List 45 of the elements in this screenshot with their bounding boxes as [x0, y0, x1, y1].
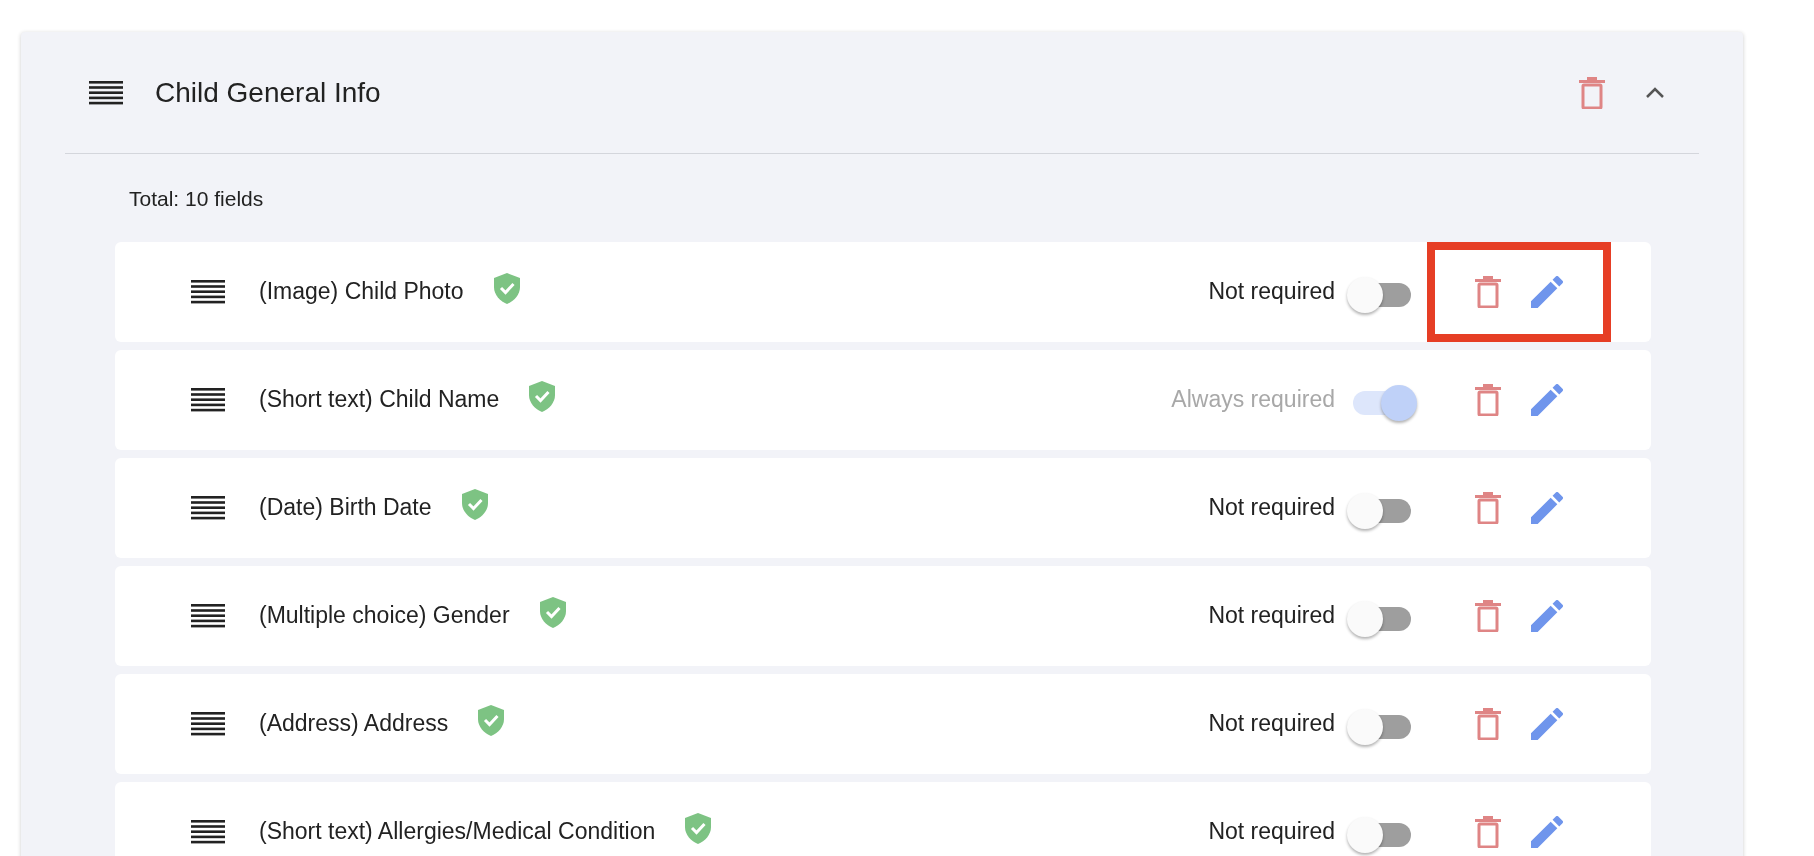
trash-icon	[1475, 599, 1501, 632]
edit-field-button[interactable]	[1531, 815, 1563, 848]
drag-handle-icon[interactable]	[191, 711, 225, 736]
edit-field-button[interactable]	[1531, 275, 1563, 308]
edit-field-button[interactable]	[1531, 491, 1563, 524]
drag-handle-icon[interactable]	[191, 603, 225, 628]
edit-field-button[interactable]	[1531, 707, 1563, 740]
pencil-icon	[1531, 815, 1563, 848]
field-label: (Address) Address	[259, 709, 449, 739]
field-label: (Multiple choice) Gender	[259, 601, 510, 631]
trash-icon	[1475, 383, 1501, 416]
pencil-icon	[1531, 707, 1563, 740]
delete-field-button[interactable]	[1475, 707, 1501, 740]
drag-handle-icon[interactable]	[191, 387, 225, 412]
pencil-icon	[1531, 275, 1563, 308]
delete-field-button[interactable]	[1475, 491, 1501, 524]
required-label: Always required	[1171, 385, 1335, 415]
required-label: Not required	[1208, 277, 1335, 307]
trash-icon	[1475, 275, 1501, 308]
delete-field-button[interactable]	[1475, 275, 1501, 308]
field-label: (Short text) Allergies/Medical Condition	[259, 817, 656, 847]
delete-field-button[interactable]	[1475, 815, 1501, 848]
field-count: Total: 10 fields	[129, 186, 264, 212]
field-label: (Date) Birth Date	[259, 493, 432, 523]
drag-handle-icon[interactable]	[191, 279, 225, 304]
required-label: Not required	[1208, 601, 1335, 631]
trash-icon	[1475, 491, 1501, 524]
section-title: Child General Info	[155, 75, 381, 110]
trash-icon	[1579, 76, 1605, 109]
field-label: (Image) Child Photo	[259, 277, 464, 307]
drag-handle-icon[interactable]	[89, 79, 123, 106]
trash-icon	[1475, 707, 1501, 740]
chevron-icon	[1645, 86, 1665, 99]
pencil-icon	[1531, 383, 1563, 416]
pencil-icon	[1531, 599, 1563, 632]
drag-handle-icon[interactable]	[191, 819, 225, 844]
delete-field-button[interactable]	[1475, 599, 1501, 632]
drag-handle-icon[interactable]	[191, 495, 225, 520]
trash-icon	[1475, 815, 1501, 848]
field-label: (Short text) Child Name	[259, 385, 500, 415]
required-label: Not required	[1208, 817, 1335, 847]
required-label: Not required	[1208, 493, 1335, 523]
pencil-icon	[1531, 491, 1563, 524]
edit-field-button[interactable]	[1531, 599, 1563, 632]
required-label: Not required	[1208, 709, 1335, 739]
